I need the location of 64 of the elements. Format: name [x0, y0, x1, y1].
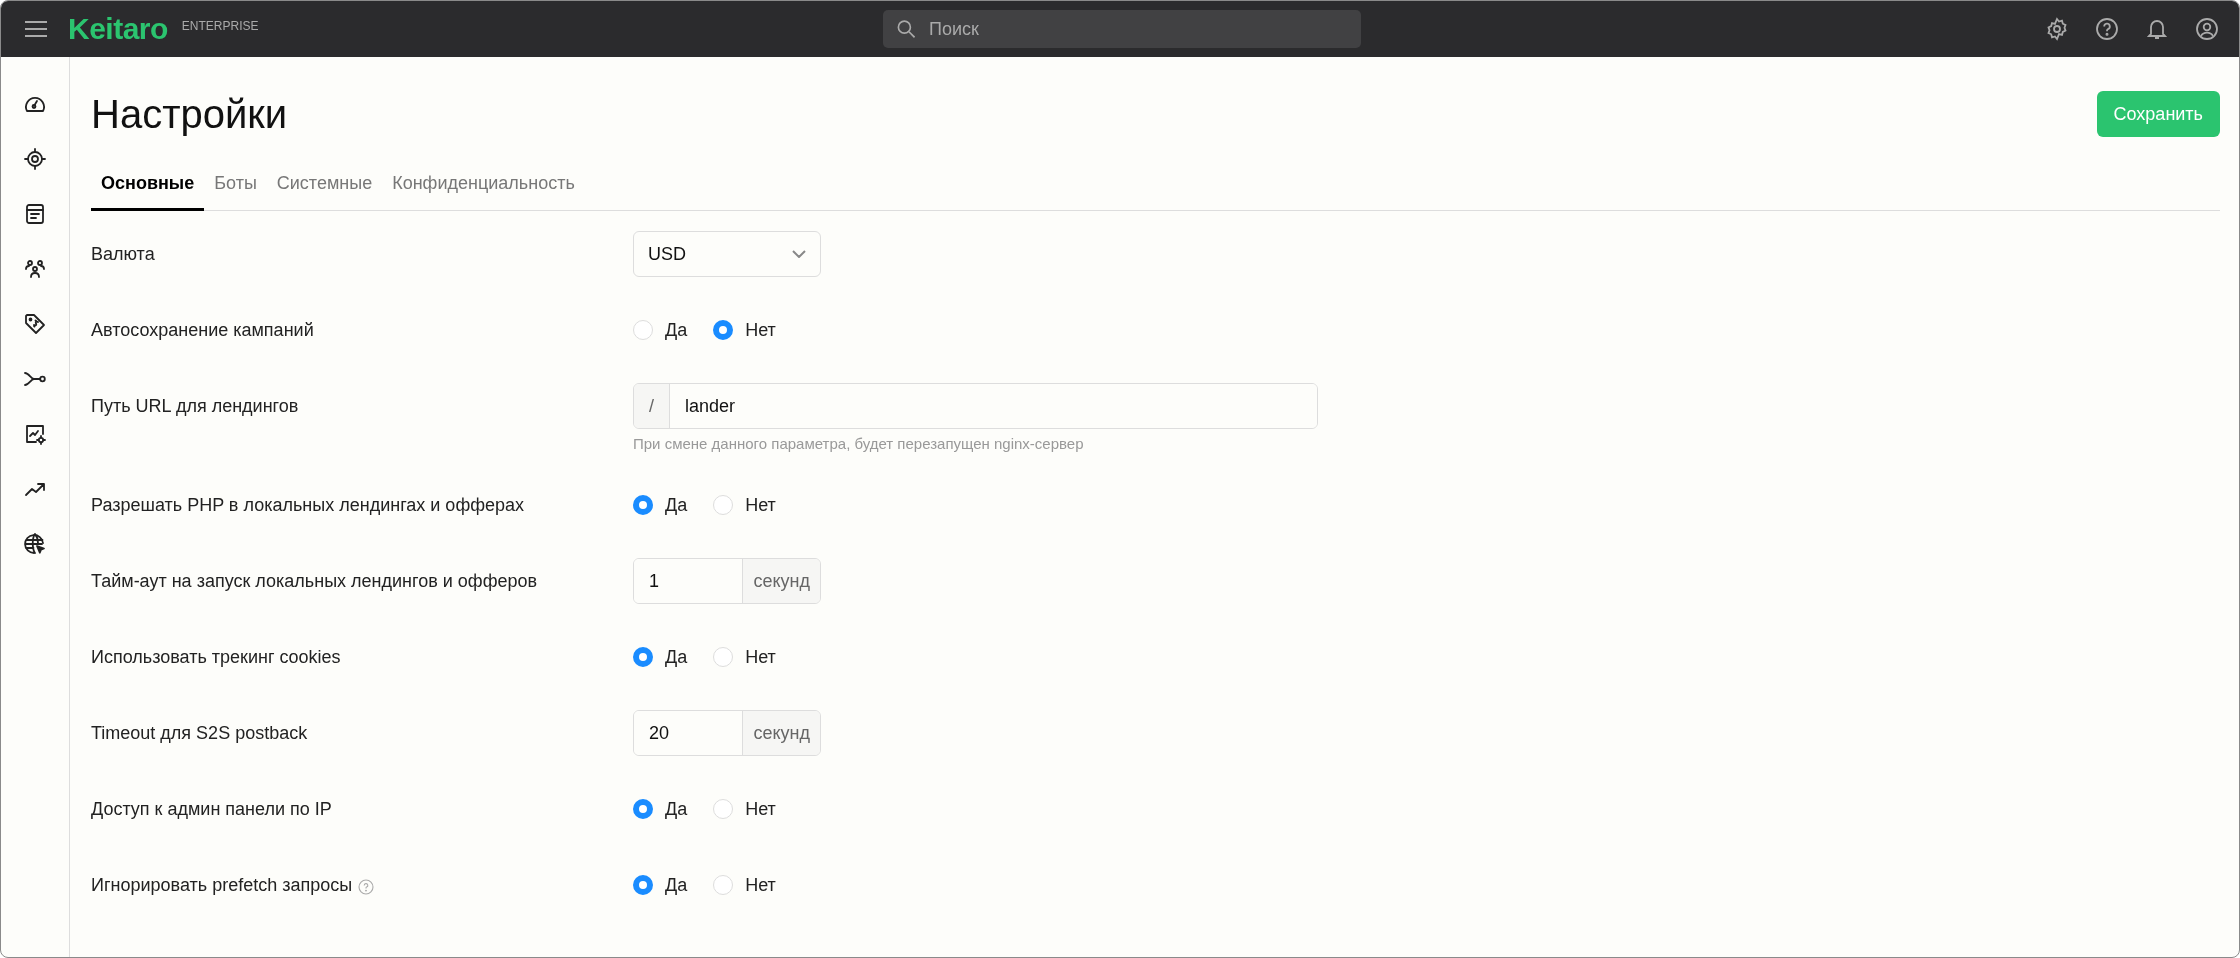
price-tag-icon[interactable]	[23, 312, 47, 336]
tab[interactable]: Основные	[91, 161, 205, 211]
radio-label: Нет	[745, 494, 776, 516]
tab[interactable]: Системные	[266, 161, 383, 211]
setting-label: Разрешать PHP в локальных лендингах и офферах	[91, 494, 525, 516]
radio-option[interactable]: Нет	[713, 319, 776, 341]
setting-label: Доступ к админ панели по IP	[91, 798, 332, 820]
unit-label: секунд	[742, 711, 820, 755]
notification-bell-icon[interactable]	[2145, 17, 2169, 41]
radio-option[interactable]: Да	[633, 646, 688, 668]
tab[interactable]: Конфиденциальность	[382, 161, 585, 211]
radio-option[interactable]: Да	[633, 494, 688, 516]
page-title: Настройки	[91, 91, 288, 137]
settings-icon[interactable]	[2045, 17, 2069, 41]
hint-text: При смене данного параметра, будет перезапущен nginx-сервер	[633, 435, 1085, 452]
logo[interactable]: Keitaro	[68, 12, 168, 46]
url-path-field[interactable]: / lander	[633, 383, 1318, 429]
radio-label: Да	[665, 494, 688, 516]
radio-button[interactable]	[633, 799, 653, 819]
setting-label: Путь URL для лендингов	[91, 395, 299, 417]
radio-option[interactable]: Да	[633, 319, 688, 341]
setting-label: Использовать трекинг cookies	[91, 646, 341, 668]
edition-label: ENTERPRISE	[181, 19, 259, 33]
radio-option[interactable]: Да	[633, 798, 688, 820]
user-account-icon[interactable]	[2195, 17, 2219, 41]
radio-label: Да	[665, 798, 688, 820]
setting-label: Timeout для S2S postback	[91, 722, 308, 744]
target-icon[interactable]	[23, 147, 47, 171]
menu-icon[interactable]	[24, 20, 48, 38]
unit-label: секунд	[742, 559, 820, 603]
tab[interactable]: Боты	[204, 161, 267, 211]
search-input[interactable]: Поиск	[926, 17, 1347, 41]
setting-label: Валюта	[91, 243, 155, 265]
radio-option[interactable]: Да	[633, 874, 688, 896]
radio-label: Да	[665, 319, 688, 341]
radio-option[interactable]: Нет	[713, 798, 776, 820]
radio-option[interactable]: Нет	[713, 494, 776, 516]
search-field[interactable]: Поиск	[882, 10, 1361, 48]
radio-label: Нет	[745, 646, 776, 668]
radio-button[interactable]	[633, 875, 653, 895]
radio-option[interactable]: Нет	[713, 874, 776, 896]
globe-cursor-icon[interactable]	[23, 532, 47, 556]
setting-label: Автосохранение кампаний	[91, 319, 314, 341]
radio-option[interactable]: Нет	[713, 646, 776, 668]
setting-label: Игнорировать prefetch запросы	[91, 874, 353, 896]
radio-label: Да	[665, 874, 688, 896]
help-icon[interactable]	[2095, 17, 2119, 41]
radio-label: Нет	[745, 319, 776, 341]
radio-button[interactable]	[713, 320, 734, 340]
currency-dropdown[interactable]: USD	[633, 231, 821, 277]
radio-button[interactable]	[633, 647, 653, 667]
users-icon[interactable]	[23, 257, 47, 281]
setting-label: Тайм-аут на запуск локальных лендингов и офферов	[91, 570, 538, 592]
radio-label: Нет	[745, 874, 776, 896]
radio-button[interactable]	[633, 495, 653, 515]
search-icon	[896, 19, 915, 39]
chart-settings-icon[interactable]	[23, 422, 47, 446]
url-prefix: /	[634, 384, 670, 428]
chevron-down-icon	[792, 250, 806, 258]
radio-label: Да	[665, 646, 688, 668]
document-icon[interactable]	[23, 202, 47, 226]
number-field[interactable]: 1 секунд	[633, 558, 821, 604]
radio-label: Нет	[745, 798, 776, 820]
number-field[interactable]: 20 секунд	[633, 710, 821, 756]
